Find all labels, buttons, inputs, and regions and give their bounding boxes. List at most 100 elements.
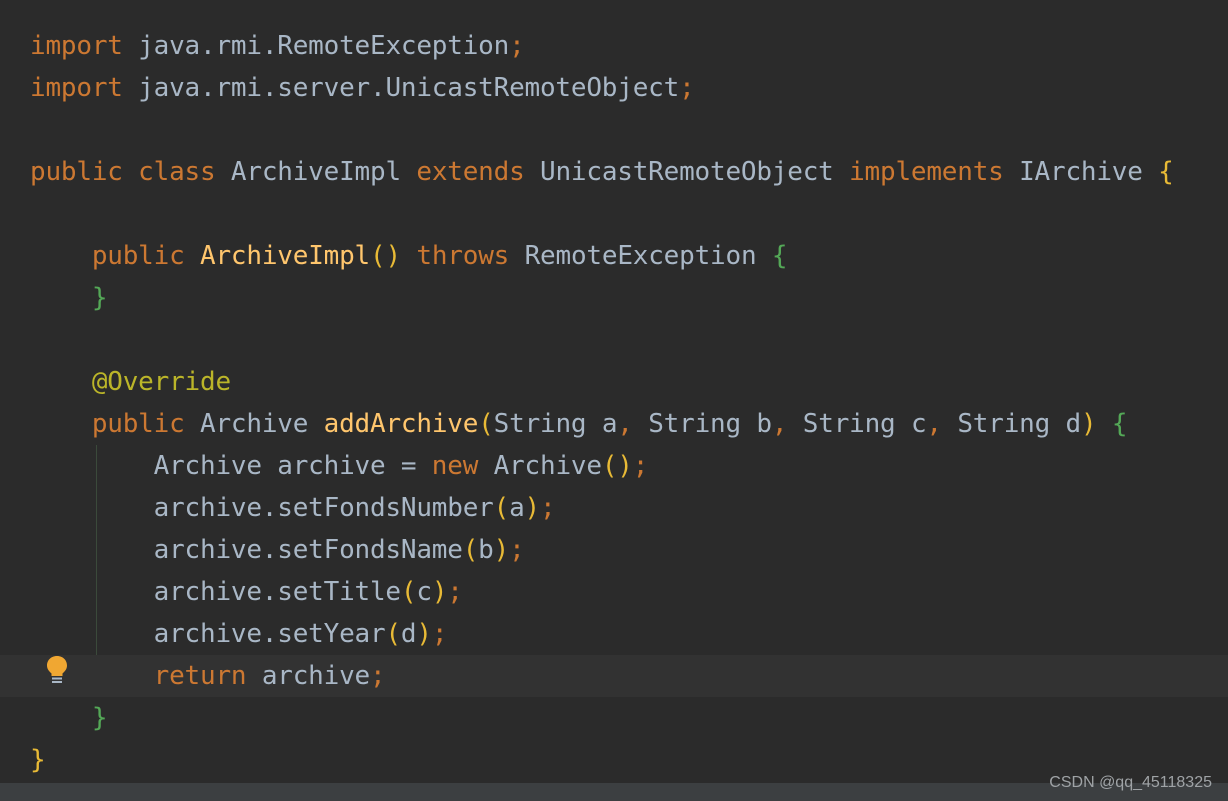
code-line[interactable]: } <box>0 739 1228 781</box>
code-line[interactable]: } <box>0 697 1228 739</box>
code-token: Archive archive = <box>30 451 432 481</box>
code-token: String a <box>493 409 618 439</box>
code-token: String b <box>632 409 772 439</box>
code-text: } <box>30 277 108 319</box>
code-text: public class ArchiveImpl extends Unicast… <box>30 151 1174 193</box>
code-token: ) <box>493 535 510 565</box>
code-text: Archive archive = new Archive(); <box>30 445 649 487</box>
code-editor[interactable]: import java.rmi.RemoteException; import j… <box>0 0 1228 801</box>
code-token: ) <box>524 493 541 523</box>
code-line[interactable]: public Archive addArchive(String a, Stri… <box>0 403 1228 445</box>
code-line[interactable]: archive.setTitle(c); <box>0 571 1228 613</box>
code-text: return archive; <box>30 655 386 697</box>
code-token: java.rmi.RemoteException <box>122 31 510 61</box>
code-token: ArchiveImpl <box>200 241 371 271</box>
code-token: c <box>416 577 432 607</box>
code-token: b <box>478 535 494 565</box>
code-token: @Override <box>30 367 231 397</box>
code-token: d <box>400 619 417 649</box>
code-token: , <box>926 409 942 439</box>
code-token: ; <box>509 535 525 565</box>
code-token: import <box>30 73 123 103</box>
code-line[interactable]: return archive; <box>0 655 1228 697</box>
code-token: ; <box>370 661 386 691</box>
code-token: ArchiveImpl <box>215 157 417 187</box>
code-line[interactable] <box>0 109 1228 151</box>
code-line[interactable]: } <box>0 277 1228 319</box>
code-token: { <box>771 241 788 271</box>
code-text: } <box>30 697 108 739</box>
code-line[interactable] <box>0 319 1228 361</box>
code-text: archive.setYear(d); <box>30 613 448 655</box>
code-token: } <box>30 745 46 775</box>
code-line[interactable]: archive.setYear(d); <box>0 613 1228 655</box>
code-line[interactable]: import java.rmi.server.UnicastRemoteObje… <box>0 67 1228 109</box>
watermark: CSDN @qq_45118325 <box>1049 774 1212 791</box>
code-token: ; <box>632 451 649 481</box>
code-token: ( <box>478 409 494 439</box>
code-line[interactable]: public ArchiveImpl() throws RemoteExcept… <box>0 235 1228 277</box>
lightbulb-icon[interactable] <box>45 655 69 685</box>
code-token: ; <box>679 73 695 103</box>
code-text: archive.setTitle(c); <box>30 571 463 613</box>
code-line[interactable]: public class ArchiveImpl extends Unicast… <box>0 151 1228 193</box>
code-token: java.rmi.server.UnicastRemoteObject <box>122 73 680 103</box>
code-token: () <box>370 241 401 271</box>
code-token: addArchive <box>323 409 479 439</box>
code-token: } <box>91 703 108 733</box>
code-line[interactable]: archive.setFondsNumber(a); <box>0 487 1228 529</box>
code-token: , <box>771 409 788 439</box>
code-token: UnicastRemoteObject <box>524 157 850 187</box>
code-token: a <box>509 493 525 523</box>
code-token: ) <box>1080 409 1097 439</box>
code-token: archive.setFondsName <box>30 535 463 565</box>
code-token: RemoteException <box>509 241 772 271</box>
code-token: Archive <box>184 409 324 439</box>
code-text: public Archive addArchive(String a, Stri… <box>30 403 1128 445</box>
code-text: @Override <box>30 361 231 403</box>
code-token: { <box>1111 409 1128 439</box>
code-text: archive.setFondsName(b); <box>30 529 525 571</box>
code-line[interactable] <box>0 193 1228 235</box>
code-token: ) <box>416 619 432 649</box>
code-token: archive.setTitle <box>30 577 401 607</box>
code-token: ; <box>540 493 556 523</box>
code-token: implements <box>849 157 1004 187</box>
code-line[interactable]: archive.setFondsName(b); <box>0 529 1228 571</box>
code-token: import <box>30 31 123 61</box>
code-token: } <box>91 283 108 313</box>
code-token: new <box>431 451 479 481</box>
code-line[interactable]: Archive archive = new Archive(); <box>0 445 1228 487</box>
code-token: public <box>30 241 185 271</box>
horizontal-scrollbar[interactable] <box>0 783 1228 801</box>
code-token: archive.setFondsNumber <box>30 493 494 523</box>
code-token: ) <box>431 577 448 607</box>
code-line[interactable]: import java.rmi.RemoteException; <box>0 25 1228 67</box>
code-token: archive <box>246 661 370 691</box>
code-text: import java.rmi.server.UnicastRemoteObje… <box>30 67 695 109</box>
code-token: () <box>601 451 633 481</box>
code-token: , <box>617 409 633 439</box>
code-line[interactable]: @Override <box>0 361 1228 403</box>
code-text: import java.rmi.RemoteException; <box>30 25 525 67</box>
code-text: } <box>30 739 46 781</box>
code-token: archive.setYear <box>30 619 386 649</box>
code-token: { <box>1158 157 1174 187</box>
code-token: IArchive <box>1003 157 1159 187</box>
code-token: String c <box>787 409 927 439</box>
code-token: ; <box>509 31 525 61</box>
code-token: throws <box>416 241 510 271</box>
code-token: public class <box>30 157 216 187</box>
code-token: ; <box>447 577 463 607</box>
code-token: public <box>30 409 185 439</box>
code-text: public ArchiveImpl() throws RemoteExcept… <box>30 235 788 277</box>
code-text: archive.setFondsNumber(a); <box>30 487 556 529</box>
code-token: ( <box>462 535 479 565</box>
code-token: ; <box>431 619 448 649</box>
code-token: ( <box>385 619 401 649</box>
